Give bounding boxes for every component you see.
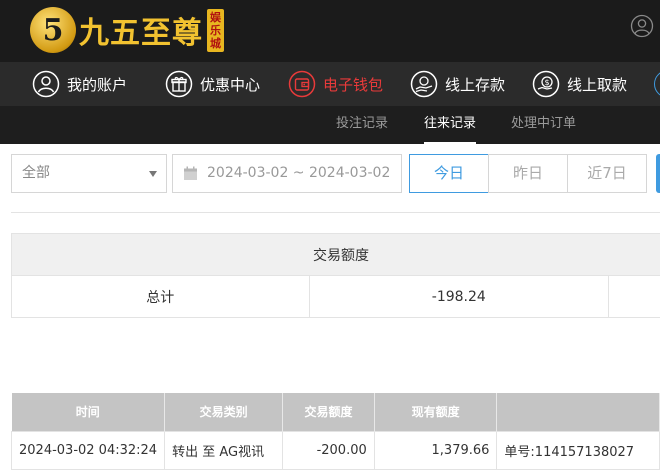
svg-text:$: $ <box>544 78 549 87</box>
col-note <box>496 393 660 431</box>
search-button[interactable] <box>656 154 660 193</box>
cell-note: 单号:114157138027 <box>496 430 660 470</box>
cell-time: 2024-03-02 04:32:24 <box>10 430 166 470</box>
records-table: 时间 交易类别 交易额度 现有额度 2024-03-02 04:32:24 转出… <box>10 393 660 470</box>
col-type: 交易类别 <box>164 393 284 431</box>
summary-header: 交易额度 <box>11 233 660 276</box>
summary-header-label: 交易额度 <box>313 247 369 264</box>
brand-name: 九五至尊 <box>79 16 203 51</box>
tab-bet-records[interactable]: 投注记录 <box>336 106 388 144</box>
yesterday-button[interactable]: 昨日 <box>488 154 568 193</box>
caret-down-icon <box>149 171 157 177</box>
user-circle-icon <box>32 70 60 98</box>
top-bar: 5 九五至尊 娱乐城 <box>0 0 660 62</box>
summary-table: 交易额度 总计 -198.24 <box>11 233 660 318</box>
nav-label: 线上取款 <box>567 75 628 94</box>
sub-nav: 投注记录 往来记录 处理中订单 <box>0 106 660 144</box>
nav-label: 线上存款 <box>445 75 506 94</box>
last-7-days-button[interactable]: 近7日 <box>567 154 647 193</box>
table-row[interactable]: 2024-03-02 04:32:24 转出 至 AG视讯 -200.00 1,… <box>10 430 660 470</box>
gift-icon <box>165 70 193 98</box>
brand-tag: 娱乐城 <box>207 8 224 52</box>
calendar-icon <box>184 166 197 180</box>
nav-label: 我的账户 <box>67 75 128 94</box>
date-range-value: 2024-03-02 ~ 2024-03-02 <box>207 165 391 181</box>
type-select-value: 全部 <box>22 165 50 181</box>
summary-extra-cell <box>608 275 660 318</box>
summary-total-label: 总计 <box>11 275 310 318</box>
today-button[interactable]: 今日 <box>409 154 489 193</box>
user-profile-icon[interactable] <box>630 14 654 38</box>
summary-header-row: 交易额度 <box>11 233 660 276</box>
nav-label: 优惠中心 <box>200 75 261 94</box>
wallet-icon <box>288 70 316 98</box>
withdraw-icon: $ <box>532 70 560 98</box>
summary-row: 总计 -198.24 <box>11 275 660 318</box>
cell-balance: 1,379.66 <box>373 430 498 470</box>
nav-online-withdraw[interactable]: $ 线上取款 <box>532 62 627 106</box>
tab-transaction-records[interactable]: 往来记录 <box>424 106 477 144</box>
cell-amount: -200.00 <box>282 430 375 470</box>
type-select[interactable]: 全部 <box>11 154 167 193</box>
nav-e-wallet[interactable]: 电子钱包 <box>288 62 383 106</box>
divider <box>11 212 660 213</box>
cell-type: 转出 至 AG视讯 <box>164 430 284 470</box>
date-range-input[interactable]: 2024-03-02 ~ 2024-03-02 <box>172 154 402 193</box>
brand-logo[interactable]: 5 九五至尊 娱乐城 <box>30 2 224 58</box>
records-header-row: 时间 交易类别 交易额度 现有额度 <box>11 393 660 431</box>
col-amount: 交易额度 <box>282 393 375 431</box>
nav-online-deposit[interactable]: 线上存款 <box>410 62 505 106</box>
nav-my-account[interactable]: 我的账户 <box>32 62 127 106</box>
summary-total-value: -198.24 <box>308 275 610 318</box>
col-time: 时间 <box>11 393 166 431</box>
nav-label: 电子钱包 <box>323 75 384 94</box>
deposit-icon <box>410 70 438 98</box>
nav-more-icon[interactable] <box>654 70 660 98</box>
main-nav: 我的账户 优惠中心 电子钱包 线上存款 $ 线上取款 <box>0 62 660 106</box>
col-balance: 现有额度 <box>374 393 498 431</box>
tab-pending-orders[interactable]: 处理中订单 <box>511 106 576 144</box>
nav-promotions[interactable]: 优惠中心 <box>165 62 260 106</box>
logo-mark: 5 <box>30 7 76 53</box>
